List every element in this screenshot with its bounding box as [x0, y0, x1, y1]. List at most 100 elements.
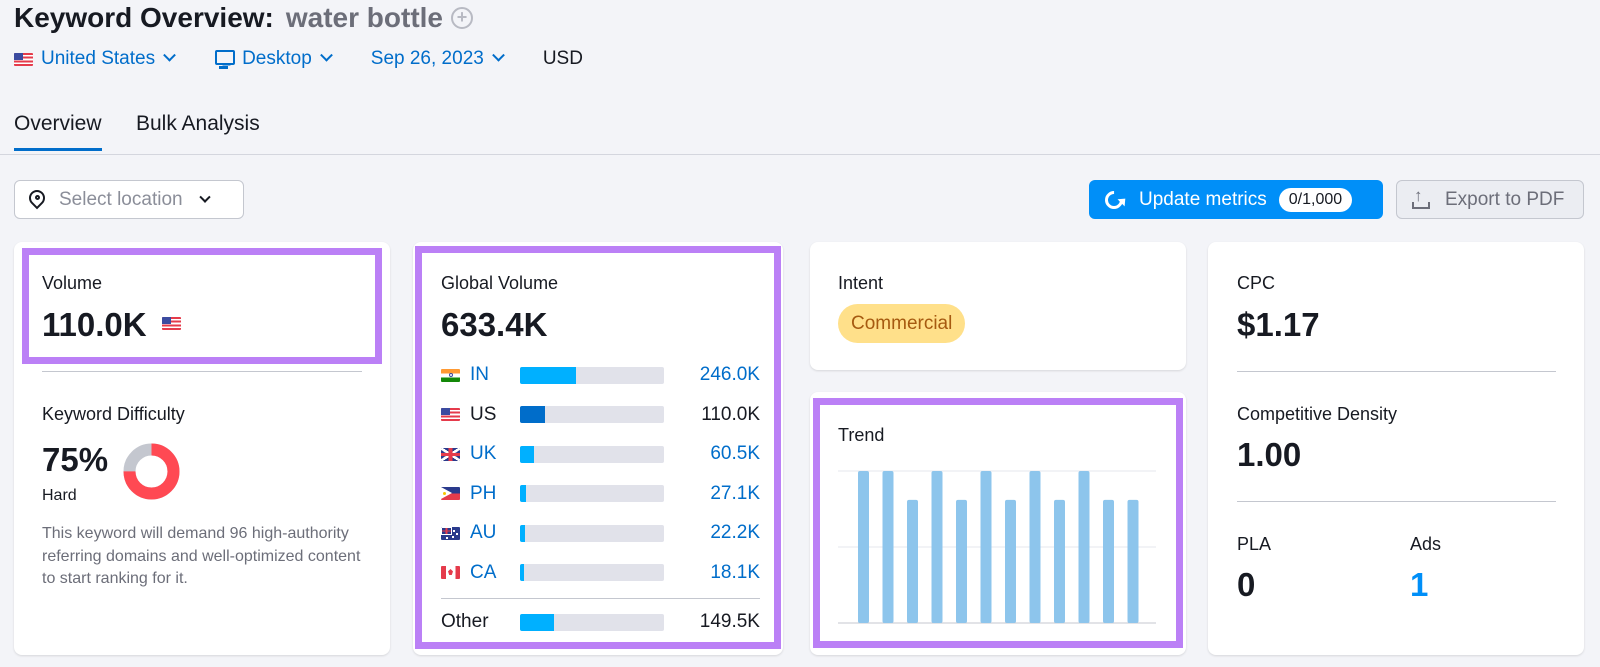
desktop-icon — [214, 49, 236, 69]
country-bar-track — [520, 485, 664, 502]
keyword-text: water bottle — [285, 2, 444, 33]
trend-bar[interactable] — [882, 471, 894, 623]
other-value: 149.5K — [699, 611, 760, 632]
other-bar-fill — [520, 613, 554, 631]
keyword-difficulty-level: Hard — [42, 487, 77, 504]
device-dropdown[interactable]: Desktop — [214, 48, 333, 70]
country-bar-track — [520, 366, 664, 384]
intent-badge: Commercial — [838, 304, 966, 343]
date-label: Sep 26, 2023 — [370, 48, 484, 69]
currency-text: USD — [542, 48, 583, 69]
country-volume-value[interactable]: 22.2K — [710, 522, 760, 544]
location-pin-icon — [29, 190, 45, 210]
us-flag-icon — [441, 408, 460, 421]
trend-bar[interactable] — [931, 471, 943, 623]
country-dropdown[interactable]: United States — [14, 48, 176, 70]
trend-bar[interactable] — [956, 499, 967, 623]
keyword-difficulty-description: This keyword will demand 96 high-authori… — [42, 525, 361, 587]
uk-flag-icon — [441, 447, 460, 461]
volume-divider — [42, 371, 362, 372]
trend-bar[interactable] — [1005, 499, 1016, 623]
country-code[interactable]: UK — [470, 443, 515, 465]
global-volume-label: Global Volume — [441, 273, 559, 293]
country-volume-row: AU 22.2K — [441, 522, 760, 544]
currency-label: USD — [543, 48, 583, 70]
tab-bar: Overview Bulk Analysis — [0, 108, 1600, 155]
tab-bulk-analysis[interactable]: Bulk Analysis — [136, 112, 260, 148]
country-bar-fill — [520, 406, 546, 423]
ca-flag-icon — [441, 566, 460, 579]
export-pdf-label: Export to PDF — [1445, 188, 1565, 210]
country-label: United States — [41, 48, 156, 69]
chevron-down-icon — [163, 48, 176, 62]
plus-circle-icon[interactable]: + — [451, 7, 474, 29]
country-volume-value[interactable]: 18.1K — [710, 562, 760, 584]
ads-label: Ads — [1410, 534, 1442, 554]
chevron-down-icon — [319, 48, 333, 62]
update-metrics-label: Update metrics — [1139, 188, 1267, 210]
keyword-difficulty-label: Keyword Difficulty — [42, 404, 185, 424]
other-bar-track — [520, 613, 664, 631]
country-bar-fill — [520, 485, 527, 502]
country-volume-value[interactable]: 60.5K — [710, 443, 760, 465]
intent-label: Intent — [838, 273, 884, 293]
trend-bar[interactable] — [1078, 471, 1090, 623]
global-volume-value: 633.4K — [441, 306, 548, 343]
location-select[interactable]: Select location — [14, 180, 244, 219]
trend-bar[interactable] — [1127, 499, 1139, 623]
keyword-difficulty-value: 75% — [42, 441, 109, 478]
us-flag-icon — [14, 52, 33, 66]
trend-bar[interactable] — [1054, 499, 1065, 623]
trend-bar-chart — [838, 470, 1156, 624]
device-label: Desktop — [242, 48, 312, 69]
other-volume-row: Other 149.5K — [441, 611, 760, 633]
country-code[interactable]: IN — [470, 364, 515, 386]
competitive-density-value: 1.00 — [1237, 436, 1302, 473]
trend-bar[interactable] — [980, 471, 992, 623]
country-volume-value[interactable]: 246.0K — [700, 364, 760, 386]
difficulty-donut-chart — [123, 443, 180, 500]
cpc-divider — [1237, 371, 1556, 372]
tab-overview[interactable]: Overview — [14, 112, 102, 151]
trend-bar[interactable] — [1029, 471, 1041, 623]
ads-value[interactable]: 1 — [1410, 566, 1428, 604]
chevron-down-icon — [491, 48, 505, 62]
country-volume-row: UK 60.5K — [441, 443, 760, 465]
pla-label: PLA — [1237, 534, 1272, 554]
ph-flag-icon — [441, 487, 460, 500]
filter-bar: United States Desktop Sep 26, 2023 USD — [14, 48, 623, 70]
country-bar-fill — [520, 445, 534, 463]
country-volume-row: CA 18.1K — [441, 562, 760, 584]
au-flag-icon — [441, 526, 460, 540]
trend-label: Trend — [838, 425, 885, 445]
trend-bar[interactable] — [1103, 499, 1114, 623]
country-bar-track — [520, 564, 664, 581]
country-volume-row: US 110.0K — [441, 404, 760, 426]
page-title: Keyword Overview: water bottle + — [14, 2, 474, 34]
in-flag-icon — [441, 368, 460, 382]
country-code[interactable]: AU — [470, 522, 515, 544]
location-placeholder: Select location — [59, 188, 183, 210]
volume-value: 110.0K — [42, 306, 147, 343]
us-flag-icon — [162, 317, 181, 330]
other-label: Other — [441, 611, 489, 632]
country-volume-value[interactable]: 27.1K — [710, 483, 760, 505]
country-bar-fill — [520, 366, 576, 384]
date-dropdown[interactable]: Sep 26, 2023 — [370, 48, 505, 70]
country-bar-fill — [520, 564, 525, 581]
country-volume-value: 110.0K — [701, 403, 760, 425]
country-bar-fill — [520, 524, 526, 542]
country-bar-track — [520, 406, 664, 423]
export-pdf-button[interactable]: Export to PDF — [1396, 180, 1584, 219]
country-volume-row: PH 27.1K — [441, 483, 760, 505]
country-code: US — [470, 403, 497, 425]
trend-bar[interactable] — [907, 499, 918, 623]
density-divider — [1237, 501, 1556, 502]
update-metrics-button[interactable]: Update metrics 0/1,000 — [1089, 180, 1383, 219]
country-code[interactable]: PH — [470, 483, 515, 505]
country-bar-track — [520, 445, 664, 463]
country-code[interactable]: CA — [470, 562, 515, 584]
country-other-divider — [441, 598, 760, 599]
trend-bar[interactable] — [858, 471, 869, 623]
competitive-density-label: Competitive Density — [1237, 404, 1398, 424]
